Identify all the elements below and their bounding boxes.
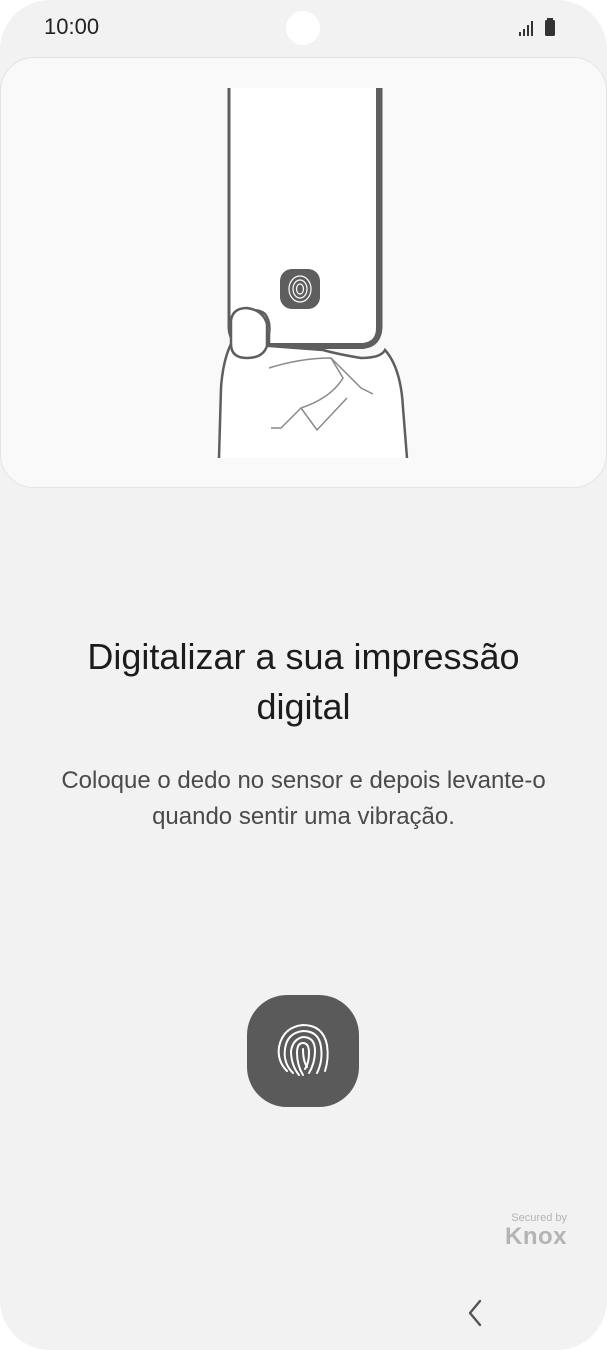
status-time: 10:00 [44, 14, 100, 39]
signal-icon [519, 21, 533, 36]
back-button[interactable] [460, 1295, 490, 1331]
illustration-card [0, 57, 607, 488]
fingerprint-sensor-button[interactable] [247, 995, 359, 1107]
knox-brand: Knox [505, 1223, 567, 1250]
fingerprint-icon [280, 269, 320, 309]
page-title: Digitalizar a sua impressão digital [87, 636, 520, 727]
chevron-left-icon [468, 1299, 482, 1327]
battery-icon [545, 18, 555, 36]
navigation-bar [0, 1285, 607, 1341]
camera-cutout [286, 11, 320, 45]
status-icons [519, 16, 567, 38]
knox-badge: Secured by Knox [505, 1212, 567, 1250]
hand-holding-phone-icon [1, 88, 606, 487]
instruction-text: Coloque o dedo no sensor e depois levant… [61, 767, 546, 830]
phone-screen: 10:00 Digitalizar a sua impressão digita… [0, 0, 607, 1350]
status-bar: 10:00 [0, 0, 607, 56]
fingerprint-icon [277, 1023, 329, 1076]
